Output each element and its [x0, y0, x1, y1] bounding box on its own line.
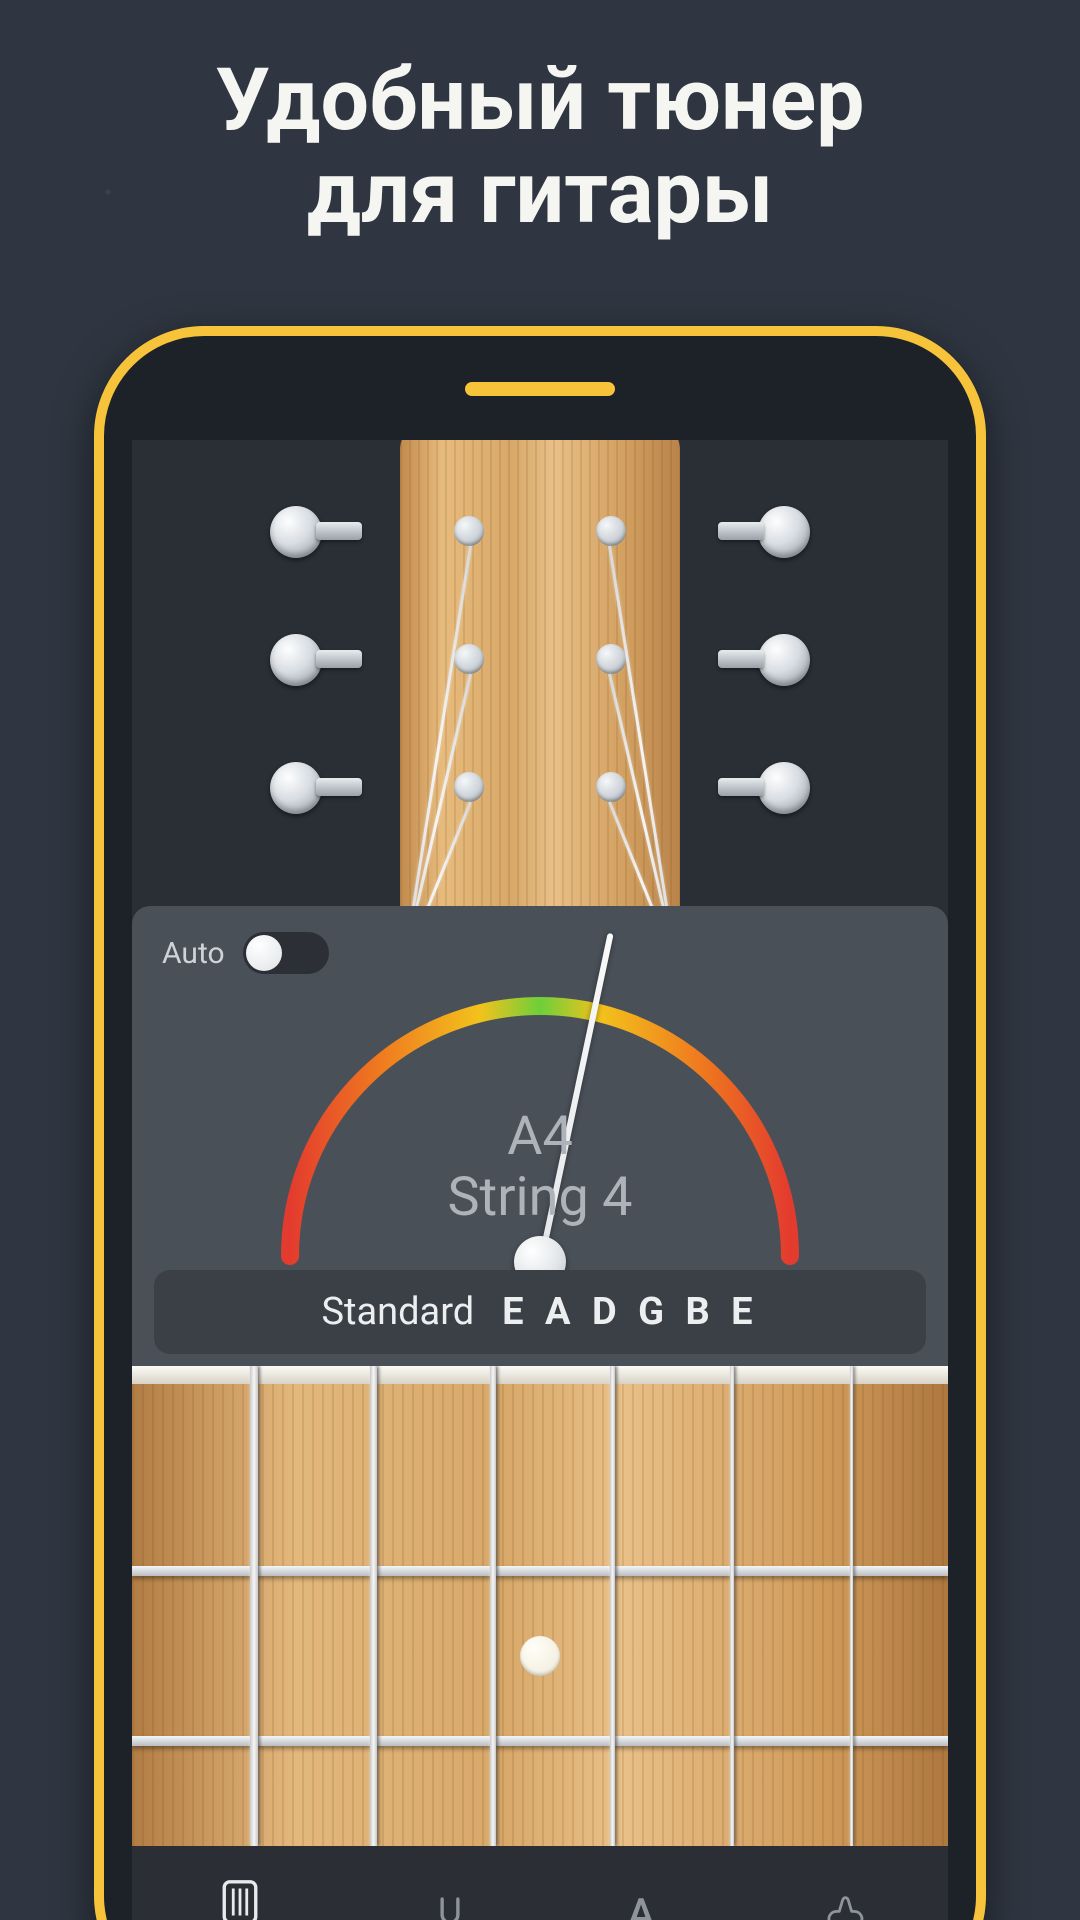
headline-line2: для гитары — [0, 147, 1080, 240]
nav-instruments[interactable] — [819, 1890, 873, 1920]
tuning-peg[interactable] — [704, 628, 792, 690]
tuning-selector[interactable]: Standard E A D G B E — [154, 1270, 926, 1354]
bottom-nav: Tuner A4 — [132, 1846, 948, 1920]
device-frame: Auto — [94, 326, 986, 1920]
tuner-icon — [213, 1875, 267, 1920]
device-side-button — [976, 856, 986, 1056]
detected-note: A4 — [447, 1107, 632, 1167]
headline-line1: Удобный тюнер — [0, 54, 1080, 147]
string-1[interactable] — [850, 1366, 853, 1846]
tuner-panel: Auto — [132, 906, 948, 1366]
guitar-icon — [819, 1890, 873, 1920]
tuning-name: Standard — [321, 1290, 474, 1334]
string-4[interactable] — [490, 1366, 496, 1846]
string-5[interactable] — [370, 1366, 377, 1846]
tuning-notes: E A D G B E — [502, 1290, 758, 1334]
fretboard[interactable] — [132, 1366, 948, 1846]
marketing-headline: Удобный тюнер для гитары — [0, 54, 1080, 240]
tuning-peg[interactable] — [288, 756, 376, 818]
tuning-peg[interactable] — [288, 500, 376, 562]
auto-toggle[interactable] — [243, 932, 329, 974]
headstock-illustration — [132, 440, 948, 920]
note-readout: A4 String 4 — [447, 1107, 632, 1228]
detected-string: String 4 — [447, 1168, 632, 1228]
tuning-fork-icon — [423, 1890, 477, 1920]
nav-pitch[interactable]: A4 — [627, 1890, 669, 1920]
pitch-icon: A4 — [627, 1890, 669, 1920]
string-6[interactable] — [250, 1366, 258, 1846]
tuning-peg[interactable] — [704, 500, 792, 562]
tuning-peg[interactable] — [288, 628, 376, 690]
tuning-peg[interactable] — [704, 756, 792, 818]
string-3[interactable] — [610, 1366, 615, 1846]
string-2[interactable] — [730, 1366, 734, 1846]
app-screen: Auto — [132, 440, 948, 1920]
nav-fork[interactable] — [423, 1890, 477, 1920]
device-speaker — [465, 382, 615, 396]
auto-label: Auto — [162, 936, 225, 971]
nav-tuner[interactable]: Tuner — [207, 1875, 273, 1920]
